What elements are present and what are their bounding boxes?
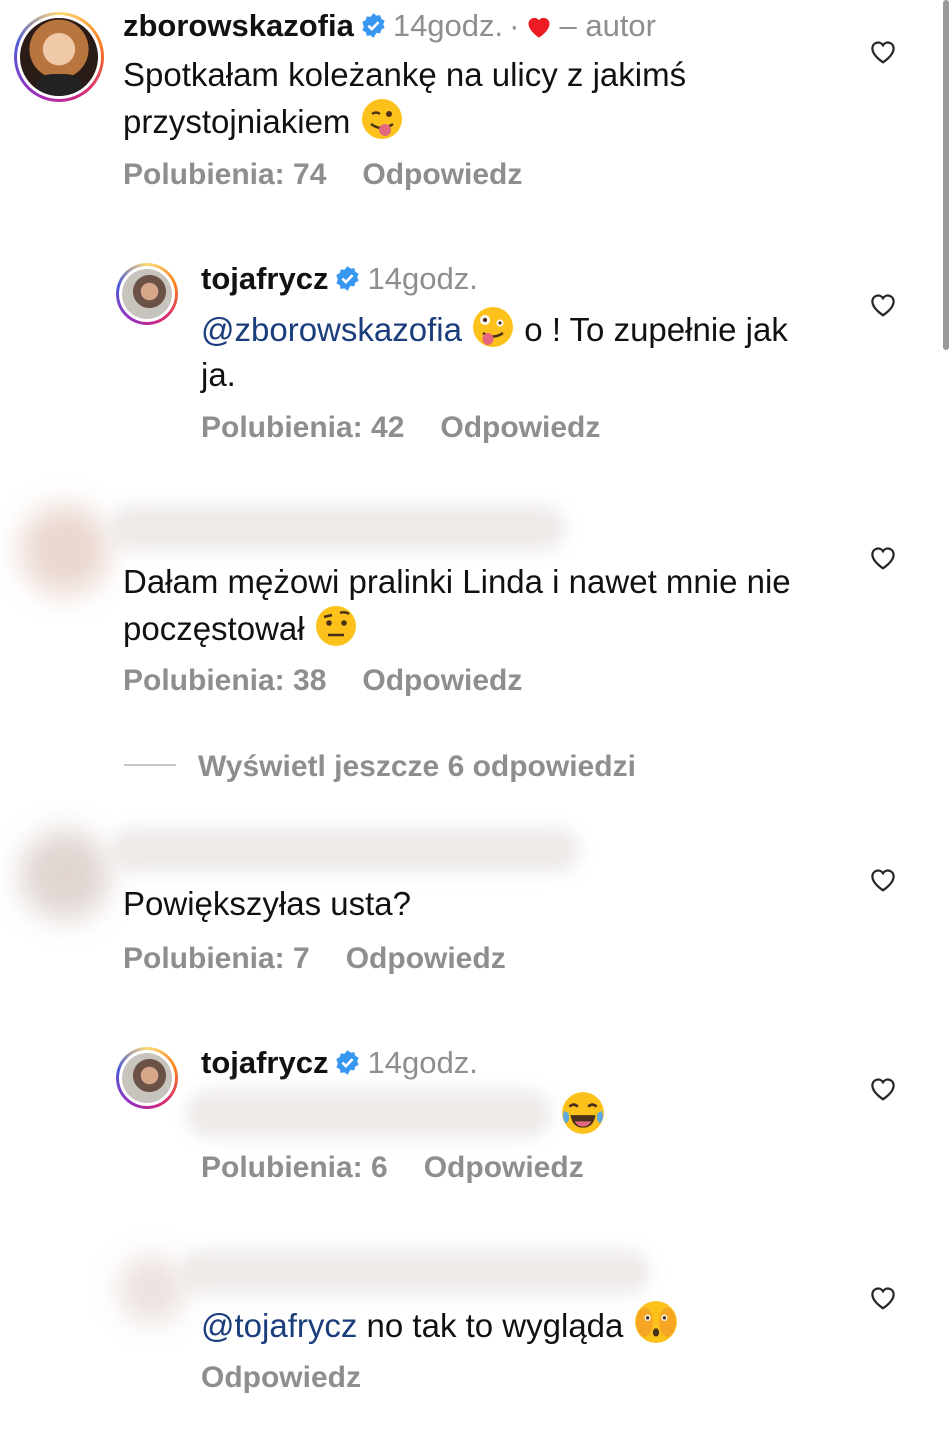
comment-text: Powiększyłas usta? — [123, 881, 823, 926]
heart-icon — [528, 17, 550, 38]
username[interactable]: tojafrycz — [201, 261, 328, 296]
username[interactable]: tojafrycz — [201, 1045, 328, 1080]
author-label: – autor — [559, 8, 656, 43]
comment-meta: Polubienia: 38 Odpowiedz — [123, 664, 558, 698]
likes-count[interactable]: Polubienia: 7 — [123, 942, 310, 975]
comment-header: tojafrycz 14godz. — [201, 261, 478, 297]
comment-header: tojafrycz 14godz. — [201, 1045, 478, 1081]
comment-meta: Polubienia: 6 Odpowiedz — [201, 1151, 620, 1185]
comment-text-content: Dałam mężowi pralinki Linda i nawet mnie… — [123, 563, 791, 647]
avatar-blurred[interactable] — [118, 1255, 186, 1323]
like-heart-icon[interactable] — [868, 1074, 898, 1102]
view-more-label[interactable]: Wyświetl jeszcze 6 odpowiedzi — [198, 750, 636, 783]
verified-badge-icon — [336, 266, 360, 291]
reply-button[interactable]: Odpowiedz — [362, 158, 522, 191]
raised-eyebrow-emoji-icon — [315, 606, 356, 646]
verified-badge-icon — [362, 13, 385, 38]
like-heart-icon[interactable] — [868, 543, 898, 571]
like-heart-icon[interactable] — [868, 290, 898, 318]
comment-header: zborowskazofia 14godz. · – autor — [123, 8, 656, 44]
comment-meta: Polubienia: 42 Odpowiedz — [201, 411, 636, 445]
comment-meta: Odpowiedz — [201, 1361, 397, 1395]
peeking-face-emoji-icon — [634, 1301, 677, 1343]
likes-count[interactable]: Polubienia: 38 — [123, 664, 326, 697]
comment-text-blurred — [186, 1090, 551, 1138]
timestamp: 14godz. — [392, 8, 504, 43]
reply-button[interactable]: Odpowiedz — [440, 411, 600, 444]
view-more-line — [124, 764, 176, 766]
avatar-zborowskazofia[interactable] — [14, 12, 104, 102]
likes-count[interactable]: Polubienia: 42 — [201, 411, 404, 444]
comment-text-content: Spotkałam koleżankę na ulicy z jakimś pr… — [123, 56, 687, 140]
likes-count[interactable]: Polubienia: 74 — [123, 158, 326, 191]
like-heart-icon[interactable] — [868, 865, 898, 893]
reply-button[interactable]: Odpowiedz — [362, 664, 522, 697]
comment-text-content: no tak to wygląda — [357, 1307, 624, 1344]
tears-of-joy-emoji-icon — [562, 1092, 604, 1134]
avatar-blurred[interactable] — [20, 830, 110, 920]
comment-meta: Polubienia: 7 Odpowiedz — [123, 942, 542, 976]
reply-button[interactable]: Odpowiedz — [201, 1361, 361, 1394]
reply-button[interactable]: Odpowiedz — [424, 1151, 584, 1184]
username-blurred — [110, 828, 580, 872]
comment-text: Spotkałam koleżankę na ulicy z jakimś pr… — [123, 52, 823, 144]
comment-text-content: Powiększyłas usta? — [123, 885, 411, 922]
avatar-blurred[interactable] — [20, 505, 110, 595]
verified-badge-icon — [336, 1050, 360, 1075]
scrollbar[interactable] — [943, 0, 949, 350]
avatar-tojafrycz[interactable] — [116, 263, 178, 325]
like-heart-icon[interactable] — [868, 37, 898, 65]
mention-link[interactable]: @zborowskazofia — [201, 311, 462, 348]
zany-face-emoji-icon — [473, 307, 514, 347]
username-blurred — [110, 505, 565, 551]
mention-link[interactable]: @tojafrycz — [201, 1307, 357, 1344]
avatar-tojafrycz[interactable] — [116, 1047, 178, 1109]
comment-text: @zborowskazofia o ! To zupełnie jak ja. — [201, 305, 831, 397]
like-heart-icon[interactable] — [868, 1283, 898, 1311]
comment-text: Dałam mężowi pralinki Linda i nawet mnie… — [123, 559, 843, 651]
winking-tongue-emoji-icon — [361, 99, 402, 139]
likes-count[interactable]: Polubienia: 6 — [201, 1151, 388, 1184]
view-more-replies-button[interactable]: Wyświetl jeszcze 6 odpowiedzi — [124, 750, 636, 784]
timestamp: 14godz. — [367, 1045, 478, 1080]
comment-text: @tojafrycz no tak to wygląda — [201, 1299, 841, 1348]
username-blurred — [180, 1250, 650, 1294]
timestamp: 14godz. — [367, 261, 478, 296]
reply-button[interactable]: Odpowiedz — [346, 942, 506, 975]
username[interactable]: zborowskazofia — [123, 8, 354, 43]
comment-meta: Polubienia: 74 Odpowiedz — [123, 158, 558, 192]
separator: · — [509, 8, 520, 43]
